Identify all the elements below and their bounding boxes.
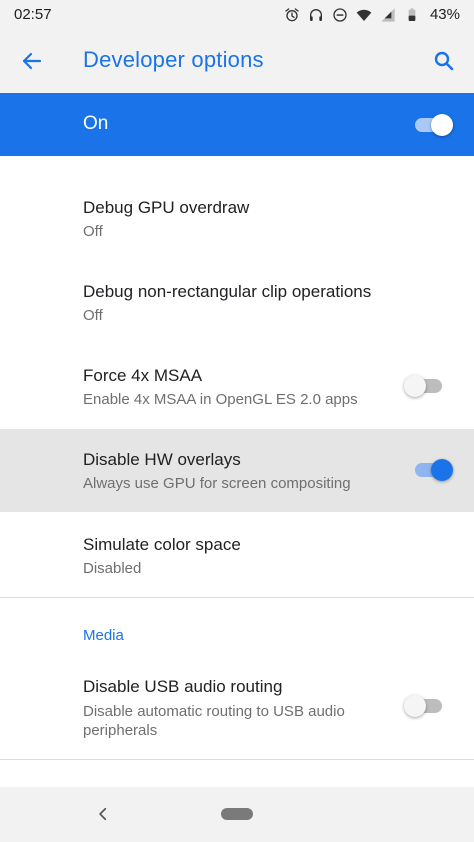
do-not-disturb-icon — [333, 7, 347, 22]
status-time: 02:57 — [14, 6, 52, 23]
setting-summary: Off — [83, 307, 103, 324]
category-media: Media — [83, 627, 124, 644]
chevron-left-icon — [99, 807, 107, 821]
master-toggle-switch[interactable] — [413, 112, 453, 138]
wifi-icon — [356, 9, 372, 21]
setting-title: Debug non-rectangular clip operations — [83, 282, 372, 301]
search-button[interactable] — [426, 43, 462, 79]
setting-summary: Off — [83, 223, 103, 240]
arrow-back-icon — [22, 52, 42, 70]
battery-percentage: 43% — [429, 6, 460, 23]
setting-summary: Disabled — [83, 560, 142, 577]
setting-title: Debug GPU overdraw — [83, 198, 250, 217]
switch-thumb — [404, 375, 426, 397]
setting-disable-usb-audio-routing[interactable]: Disable USB audio routing Disable automa… — [0, 662, 474, 758]
disable-hw-overlays-toggle[interactable] — [413, 457, 453, 483]
alarm-icon — [285, 7, 299, 21]
nav-back-button[interactable] — [92, 803, 114, 825]
setting-summary: Disable automatic routing to USB audio p… — [83, 703, 345, 739]
headphones-icon — [309, 8, 322, 21]
setting-simulate-color-space[interactable]: Simulate color space Disabled — [0, 512, 474, 596]
status-icons: 43% — [284, 6, 460, 23]
setting-title: Force 4x MSAA — [83, 366, 203, 385]
force-4x-msaa-toggle[interactable] — [404, 373, 444, 399]
switch-thumb — [404, 695, 426, 717]
setting-summary: Always use GPU for screen compositing — [83, 475, 351, 492]
setting-summary: Enable 4x MSAA in OpenGL ES 2.0 apps — [83, 391, 358, 408]
master-switch-bar[interactable]: On — [0, 93, 474, 156]
setting-force-4x-msaa[interactable]: Force 4x MSAA Enable 4x MSAA in OpenGL E… — [0, 345, 474, 429]
page-title: Developer options — [83, 47, 264, 72]
section-divider — [0, 597, 474, 598]
battery-icon — [408, 7, 416, 21]
setting-title: Disable USB audio routing — [83, 677, 283, 696]
setting-debug-non-rect-clip[interactable]: Debug non-rectangular clip operations Of… — [0, 240, 474, 324]
setting-title: Disable HW overlays — [83, 450, 241, 469]
app-bar: Developer options — [0, 29, 474, 93]
setting-disable-hw-overlays[interactable]: Disable HW overlays Always use GPU for s… — [0, 429, 474, 512]
navigation-bar — [0, 787, 474, 842]
status-bar: 02:57 43% — [0, 0, 474, 29]
setting-debug-gpu-overdraw[interactable]: Debug GPU overdraw Off — [0, 156, 474, 240]
switch-thumb — [431, 114, 453, 136]
search-icon — [434, 51, 454, 71]
nav-home-pill[interactable] — [221, 808, 253, 820]
master-switch-label: On — [83, 113, 109, 134]
disable-usb-audio-routing-toggle[interactable] — [404, 693, 444, 719]
cellular-signal-icon — [381, 7, 395, 22]
back-button[interactable] — [14, 43, 50, 79]
setting-title: Simulate color space — [83, 535, 241, 554]
switch-thumb — [431, 459, 453, 481]
section-divider — [0, 759, 474, 760]
